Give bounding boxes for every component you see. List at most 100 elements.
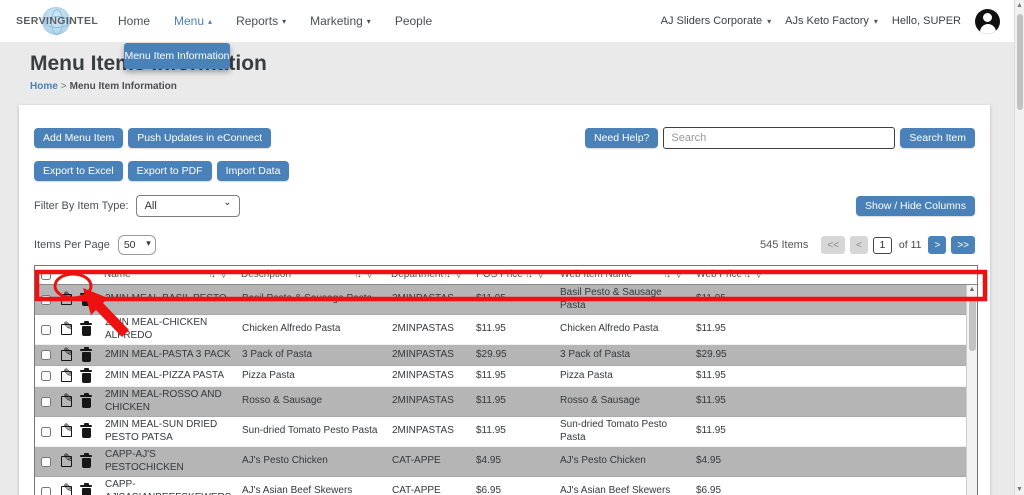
page-scrollbar-thumb[interactable]	[1017, 14, 1023, 110]
table-scrollbar[interactable]: ▲ ▼	[966, 285, 977, 495]
delete-icon[interactable]	[82, 398, 91, 408]
table-row[interactable]: 2MIN MEAL-BASIL PESTO Basil Pesto & Saus…	[35, 285, 977, 315]
sort-icon[interactable]: ↑↓	[443, 269, 449, 280]
item-pos-price: $6.95	[470, 483, 552, 495]
table-row[interactable]: CAPP-AJ'S PESTOCHICKEN AJ's Pesto Chicke…	[35, 447, 977, 477]
filter-icon[interactable]: ▽	[755, 269, 762, 280]
row-checkbox[interactable]	[41, 325, 51, 335]
edit-icon[interactable]	[61, 426, 72, 437]
filter-row: Filter By Item Type: All ⌄ Show / Hide C…	[34, 195, 975, 217]
row-checkbox[interactable]	[41, 350, 51, 360]
delete-icon[interactable]	[82, 352, 91, 362]
nav-item-menu[interactable]: Menu▴	[174, 14, 212, 28]
delete-icon[interactable]	[82, 428, 91, 438]
delete-icon[interactable]	[82, 373, 91, 383]
delete-header-cell	[75, 273, 95, 277]
row-checkbox[interactable]	[41, 457, 51, 467]
filter-icon[interactable]: ▽	[366, 269, 373, 280]
search-input[interactable]	[663, 127, 895, 149]
item-department: 2MINPASTAS	[382, 423, 470, 440]
select-caret-icon: ▾	[146, 238, 151, 249]
item-web-price: $11.95	[690, 368, 770, 385]
item-name: 2MIN MEAL-ROSSO AND CHICKEN	[96, 387, 236, 416]
breadcrumb-home-link[interactable]: Home	[30, 81, 58, 92]
next-page-button[interactable]: >	[928, 236, 946, 254]
export-excel-button[interactable]: Export to Excel	[34, 161, 123, 181]
breadcrumb-current: Menu Item Information	[70, 81, 177, 92]
nav-right-cluster: AJ Sliders Corporate▾ AJs Keto Factory▾ …	[661, 9, 1000, 34]
sort-icon[interactable]: ↑↓	[354, 269, 360, 280]
edit-icon[interactable]	[61, 456, 72, 467]
edit-icon[interactable]	[61, 486, 72, 495]
page-number-input[interactable]	[873, 237, 892, 254]
item-web-price: $11.95	[690, 291, 770, 308]
table-row[interactable]: 2MIN MEAL-PIZZA PASTA Pizza Pasta 2MINPA…	[35, 366, 977, 387]
edit-icon[interactable]	[61, 324, 72, 335]
nav-item-home[interactable]: Home	[118, 14, 150, 28]
page-scrollbar[interactable]: ▲ ▼	[1014, 0, 1024, 495]
filter-icon[interactable]: ▽	[220, 269, 227, 280]
content-card: Add Menu Item Push Updates in eConnect N…	[19, 105, 990, 495]
edit-icon[interactable]	[61, 294, 72, 305]
add-menu-item-button[interactable]: Add Menu Item	[34, 128, 123, 148]
corporate-selector[interactable]: AJ Sliders Corporate▾	[661, 15, 772, 27]
delete-icon[interactable]	[82, 296, 91, 306]
store-selector[interactable]: AJs Keto Factory▾	[785, 15, 878, 27]
export-pdf-button[interactable]: Export to PDF	[128, 161, 212, 181]
need-help-button[interactable]: Need Help?	[585, 128, 658, 148]
item-pos-price: $11.95	[470, 291, 552, 308]
filter-by-item-type-label: Filter By Item Type:	[34, 200, 129, 212]
item-pos-price: $11.95	[470, 368, 552, 385]
delete-icon[interactable]	[82, 326, 91, 336]
row-checkbox[interactable]	[41, 295, 51, 305]
web-item-name-header: Web Item Name ↑↓▽	[552, 267, 690, 284]
filter-icon[interactable]: ▽	[675, 269, 682, 280]
item-web-name: AJ's Pesto Chicken	[552, 453, 690, 470]
table-row[interactable]: 2MIN MEAL-SUN DRIED PESTO PATSA Sun-drie…	[35, 417, 977, 447]
nav-item-reports[interactable]: Reports▾	[236, 14, 286, 28]
item-type-select[interactable]: All ⌄	[136, 195, 240, 217]
sort-icon[interactable]: ↑↓	[743, 269, 749, 280]
user-avatar-icon[interactable]	[975, 9, 1000, 34]
search-item-button[interactable]: Search Item	[900, 128, 975, 148]
table-scrollbar-thumb[interactable]	[969, 299, 976, 351]
row-checkbox[interactable]	[41, 371, 51, 381]
nav-item-people[interactable]: People	[395, 14, 432, 28]
delete-icon[interactable]	[82, 488, 91, 495]
scroll-down-icon[interactable]: ▼	[1015, 486, 1024, 493]
sort-icon[interactable]: ↑↓	[208, 269, 214, 280]
nav-item-marketing[interactable]: Marketing▾	[310, 14, 371, 28]
item-pos-price: $4.95	[470, 453, 552, 470]
items-per-page-select[interactable]: 50 ▾	[118, 235, 156, 255]
item-name: CAPP-AJ'S PESTOCHICKEN	[96, 447, 236, 476]
select-all-checkbox[interactable]	[41, 270, 51, 280]
menu-dropdown-item[interactable]: Menu Item Information	[124, 43, 230, 69]
delete-icon[interactable]	[82, 458, 91, 468]
table-row[interactable]: 2MIN MEAL-PASTA 3 PACK 3 Pack of Pasta 2…	[35, 345, 977, 366]
push-updates-button[interactable]: Push Updates in eConnect	[128, 128, 271, 148]
table-row[interactable]: 2MIN MEAL-ROSSO AND CHICKEN Rosso & Saus…	[35, 387, 977, 417]
sort-icon[interactable]: ↑↓	[663, 269, 669, 280]
row-checkbox[interactable]	[41, 427, 51, 437]
row-checkbox[interactable]	[41, 487, 51, 495]
web-price-header: Web Price ↑↓▽	[690, 267, 770, 284]
breadcrumb-separator: >	[61, 81, 67, 92]
name-header: Name ↑↓▽	[95, 267, 235, 284]
filter-icon[interactable]: ▽	[455, 269, 462, 280]
scroll-up-icon[interactable]: ▲	[1015, 2, 1024, 9]
brand-logo[interactable]: SERVINGINTEL	[16, 6, 100, 36]
sort-icon[interactable]: ↑↓	[525, 269, 531, 280]
scroll-up-icon[interactable]: ▲	[967, 286, 977, 293]
table-row[interactable]: CAPP-AJ'SASIANBEEFSKEWERS AJ's Asian Bee…	[35, 477, 977, 495]
import-data-button[interactable]: Import Data	[217, 161, 290, 181]
edit-icon[interactable]	[61, 371, 72, 382]
last-page-button[interactable]: >>	[951, 236, 975, 254]
row-checkbox[interactable]	[41, 397, 51, 407]
edit-icon[interactable]	[61, 396, 72, 407]
filter-icon[interactable]: ▽	[537, 269, 544, 280]
show-hide-columns-button[interactable]: Show / Hide Columns	[856, 196, 975, 216]
first-page-button[interactable]: <<	[821, 236, 845, 254]
edit-icon[interactable]	[61, 350, 72, 361]
prev-page-button[interactable]: <	[850, 236, 868, 254]
table-row[interactable]: 2MIN MEAL-CHICKEN ALFREDO Chicken Alfred…	[35, 315, 977, 345]
